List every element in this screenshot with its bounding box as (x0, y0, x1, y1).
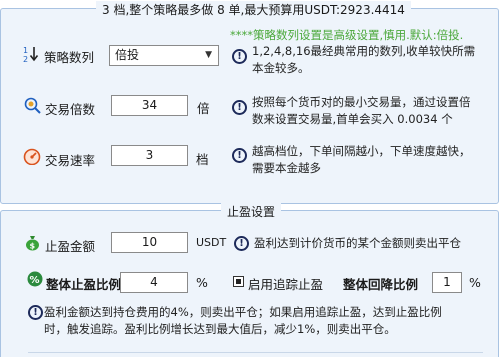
svg-text:1: 1 (23, 46, 28, 55)
trade-speed-label: 交易速率 (45, 153, 96, 168)
percent-icon: % (27, 271, 43, 287)
take-profit-amount-input[interactable]: 10 (111, 232, 188, 253)
money-bag-icon: $ (24, 234, 41, 251)
take-profit-amount-unit: USDT (196, 236, 227, 249)
magnifier-coin-icon (24, 97, 41, 114)
trade-multiplier-desc-1: 按照每个货币对的最小交易量，通过设置倍 (252, 95, 471, 109)
overall-callback-ratio-input[interactable]: 1 (432, 272, 462, 293)
trade-speed-input[interactable]: 3 (111, 145, 188, 166)
svg-text:$: $ (30, 242, 36, 251)
info-circle-icon: ! (28, 305, 43, 320)
svg-text:2: 2 (23, 55, 28, 63)
trade-multiplier-desc-2: 数来设置交易量,首单会买入 0.0034 个 (252, 112, 453, 126)
strategy-count-label: 策略数列 (44, 50, 95, 65)
strategy-count-select[interactable]: 倍投 ▼ (109, 45, 219, 66)
trade-multiplier-label: 交易倍数 (45, 102, 96, 117)
svg-text:%: % (30, 275, 40, 286)
take-profit-amount-label: 止盈金额 (45, 239, 96, 254)
panel-divider (28, 352, 483, 353)
take-profit-amount-desc: 盈利达到计价货币的某个金额则卖出平仓 (254, 236, 461, 250)
strategy-count-advanced-note: ****策略数列设置是高级设置,慎用.默认:倍投. (230, 28, 464, 42)
take-profit-panel-title: 止盈设置 (221, 203, 282, 220)
overall-tp-ratio-label: 整体止盈比例 (46, 277, 122, 292)
trailing-take-profit-label[interactable]: 启用追踪止盈 (248, 274, 323, 293)
sort-order-icon: 1 2 (23, 45, 39, 64)
speedometer-icon (23, 148, 41, 166)
info-circle-icon: ! (232, 49, 247, 64)
trade-speed-desc-1: 越高档位，下单间隔越小，下单速度越快， (252, 144, 471, 158)
strategy-count-desc-1: 1,2,4,8,16最经典常用的数列,收单较快所需 (252, 44, 476, 58)
overall-tp-ratio-input[interactable]: 4 (120, 272, 188, 293)
overall-callback-ratio-unit: % (469, 275, 481, 290)
take-profit-note-1: 盈利金额达到持仓费用的4%，则卖出平仓；如果启用追踪止盈，达到止盈比例 (44, 305, 442, 319)
chevron-down-icon[interactable]: ▼ (205, 46, 212, 65)
trade-speed-unit: 档 (196, 152, 209, 167)
strategy-panel-title: 3 档,整个策略最多做 8 单,最大预算用USDT:2923.4414 (96, 1, 411, 18)
take-profit-note-2: 时，触发追踪。盈利比例增长达到最大值后，减少1%，则卖出平仓。 (44, 322, 396, 336)
info-circle-icon: ! (232, 148, 247, 163)
overall-tp-ratio-unit: % (196, 275, 208, 290)
trade-multiplier-unit: 倍 (197, 101, 210, 116)
info-circle-icon: ! (234, 236, 249, 251)
trade-multiplier-input[interactable]: 34 (111, 95, 188, 116)
info-circle-icon: ! (232, 100, 247, 115)
strategy-count-desc-2: 本金较多。 (252, 61, 310, 75)
trade-speed-desc-2: 需要本金越多 (252, 161, 321, 175)
overall-callback-ratio-label: 整体回降比例 (343, 277, 419, 292)
trailing-take-profit-checkbox[interactable] (233, 276, 244, 287)
strategy-count-value: 倍投 (115, 48, 140, 62)
